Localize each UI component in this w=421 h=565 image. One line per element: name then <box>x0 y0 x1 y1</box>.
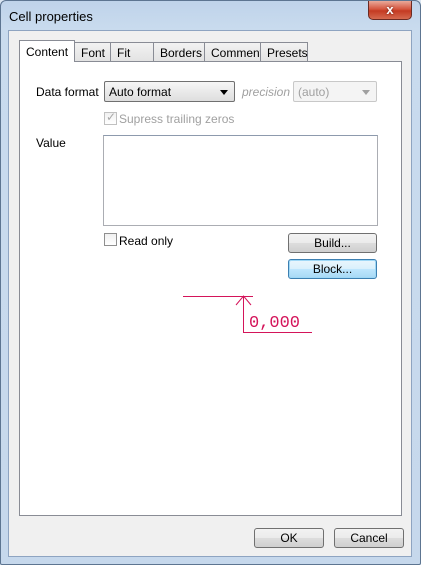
dialog-body: Content Font Fit Borders Comment Presets… <box>8 30 412 557</box>
title-bar[interactable]: Cell properties x <box>1 1 420 29</box>
tab-fit[interactable]: Fit <box>110 42 154 61</box>
format-preview: 0,000 <box>183 295 312 333</box>
tab-content-label: Content <box>26 45 69 59</box>
tab-font[interactable]: Font <box>74 42 111 61</box>
tab-comment[interactable]: Comment <box>204 42 264 61</box>
close-button[interactable]: x <box>368 1 412 20</box>
tab-content[interactable]: Content <box>19 40 75 62</box>
tab-borders-label: Borders <box>160 46 203 60</box>
preview-text: 0,000 <box>249 314 300 333</box>
cell-properties-dialog: Cell properties x Content Font Fit Borde… <box>0 0 421 565</box>
cancel-button[interactable]: Cancel <box>334 528 404 548</box>
tab-fit-label: Fit <box>117 46 131 60</box>
cancel-button-label: Cancel <box>350 531 388 545</box>
tab-presets[interactable]: Presets <box>260 42 308 61</box>
ok-button[interactable]: OK <box>254 528 324 548</box>
dialog-title: Cell properties <box>9 9 93 24</box>
tab-font-label: Font <box>81 46 106 60</box>
ok-button-label: OK <box>280 531 298 545</box>
tab-presets-label: Presets <box>267 46 308 60</box>
content-tab-panel: Data format Auto format precision (auto)… <box>19 61 402 516</box>
tab-borders[interactable]: Borders <box>153 42 205 61</box>
close-icon: x <box>386 2 394 17</box>
tab-comment-label: Comment <box>211 46 264 60</box>
